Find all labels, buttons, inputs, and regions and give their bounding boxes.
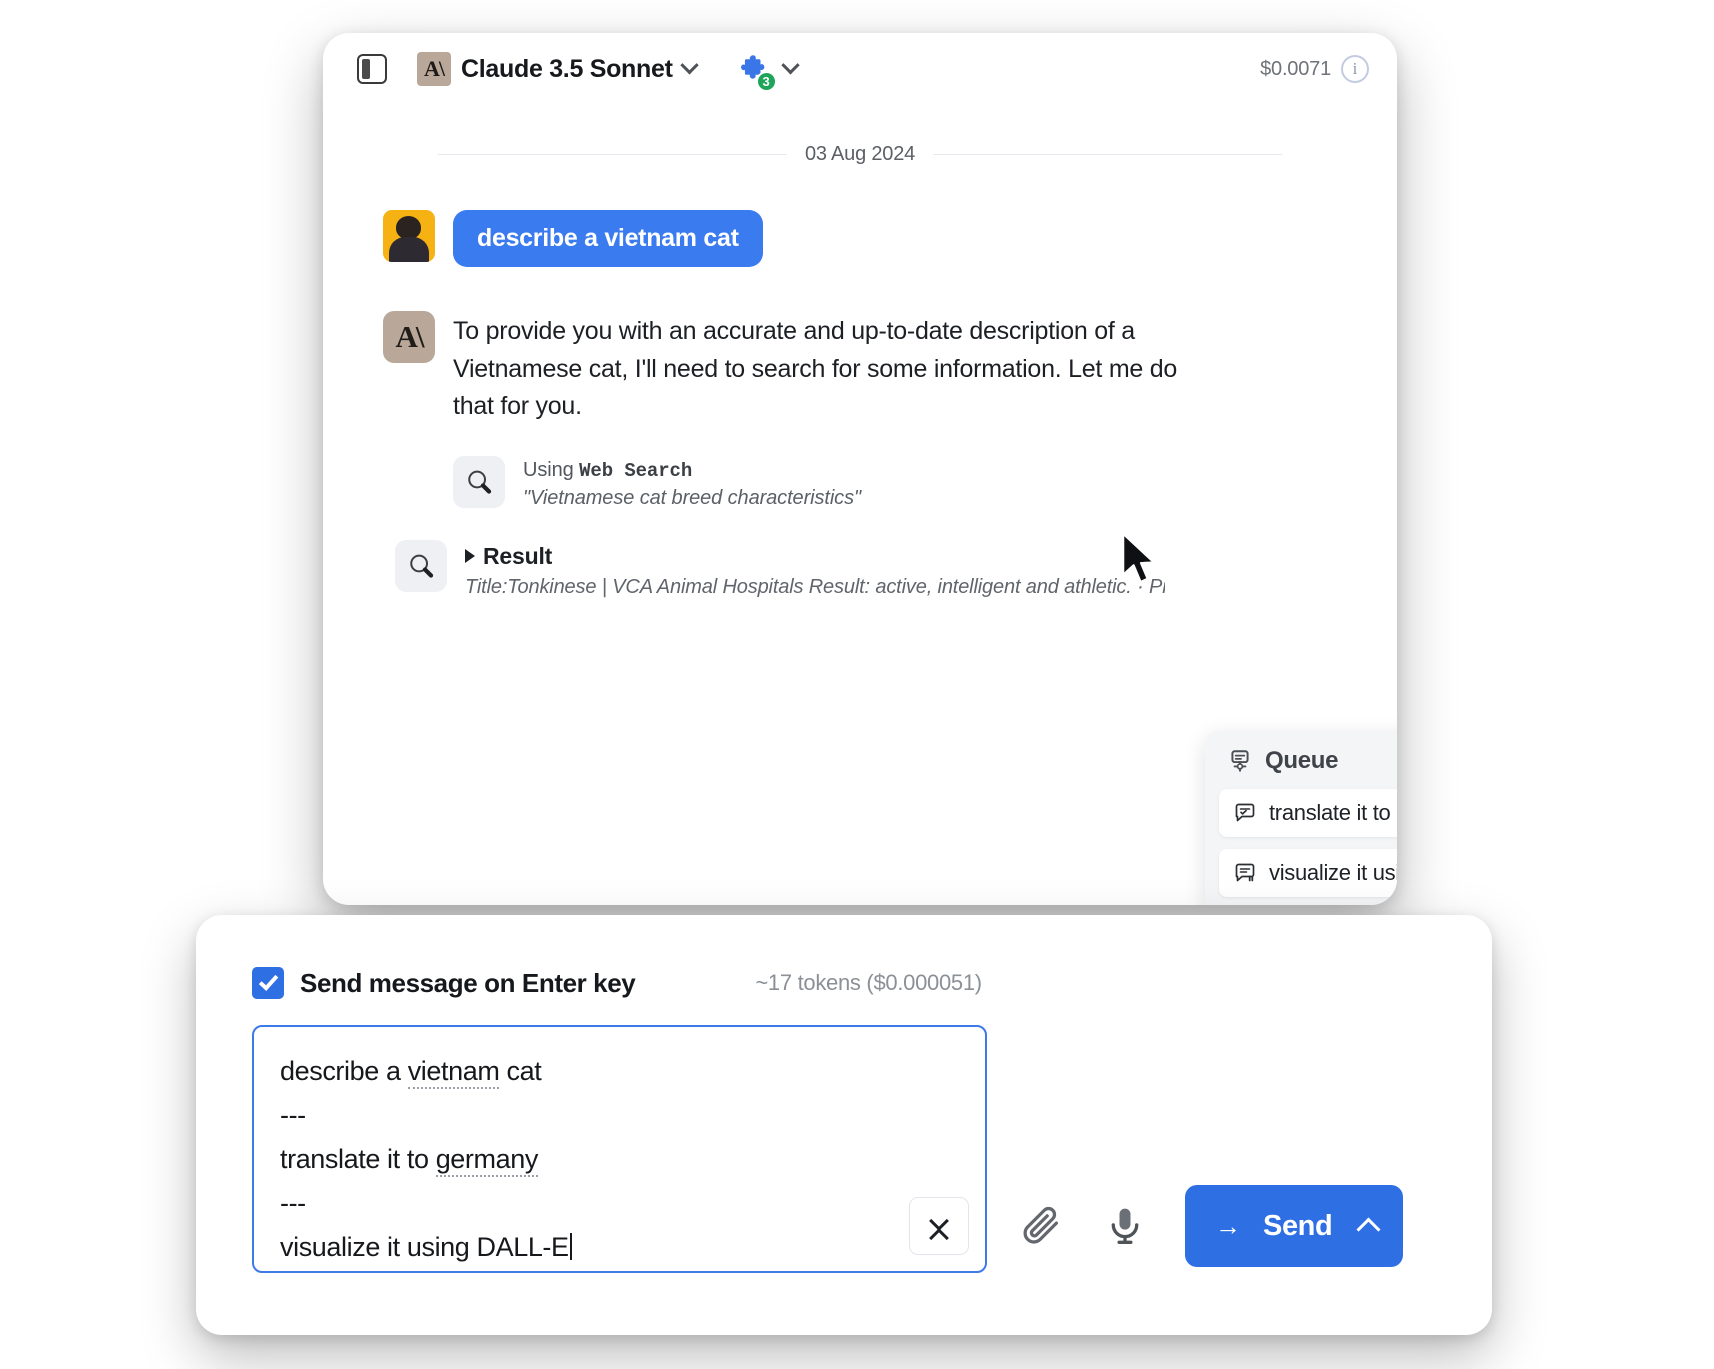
assistant-avatar-icon: A\ [383, 311, 435, 363]
collapse-input-button[interactable] [909, 1197, 969, 1255]
conversation-area: 03 Aug 2024 describe a vietnam cat A\ To… [323, 143, 1397, 599]
search-icon-box [453, 455, 505, 508]
assistant-message-row: A\ To provide you with an accurate and u… [383, 311, 1337, 426]
send-on-enter-label: Send message on Enter key [300, 967, 636, 998]
voice-input-button[interactable] [1099, 1200, 1151, 1252]
chevron-down-icon[interactable] [679, 55, 699, 74]
message-pause-icon [1235, 863, 1255, 882]
conversation-date: 03 Aug 2024 [804, 143, 916, 165]
send-button-label: Send [1263, 1209, 1333, 1242]
sidebar-toggle-bar [362, 59, 370, 79]
input-line: --- [280, 1093, 959, 1137]
composer-panel: Send message on Enter key ~17 tokens ($0… [196, 915, 1492, 1335]
tool-result-body[interactable]: Result Title:Tonkinese | VCA Animal Hosp… [465, 540, 1337, 599]
input-line: describe a vietnam cat [280, 1049, 959, 1093]
puzzle-icon-wrap: 3 [736, 52, 777, 92]
info-icon[interactable]: i [1341, 55, 1369, 83]
attach-file-button[interactable] [1017, 1200, 1069, 1252]
search-result-icon [410, 554, 434, 578]
message-check-icon [1235, 803, 1255, 822]
screen-root: A\ Claude 3.5 Sonnet 3 $0.0071 i 03 Aug … [0, 0, 1714, 1369]
tool-result-header[interactable]: Result [465, 543, 1337, 570]
tool-result-snippet: Title:Tonkinese | VCA Animal Hospitals R… [465, 575, 1165, 598]
plugin-selector[interactable]: 3 [736, 52, 800, 92]
queue-item[interactable]: visualize it using DAL... [1219, 849, 1397, 897]
tool-call-body: Using Web Search "Vietnamese cat breed c… [523, 456, 1337, 510]
plugin-chevron-down-icon[interactable] [780, 55, 800, 74]
input-line: visualize it using DALL-E [280, 1225, 959, 1269]
misspelled-word: germany [435, 1144, 538, 1177]
composer-body: describe a vietnam cat --- translate it … [252, 1025, 1436, 1273]
user-message-row: describe a vietnam cat [383, 210, 1337, 267]
queue-title: Queue [1265, 747, 1339, 774]
date-divider: 03 Aug 2024 [383, 143, 1337, 166]
checkbox-icon[interactable] [252, 967, 284, 999]
claude-logo-icon: A\ [417, 52, 451, 86]
divider-line-right [933, 154, 1283, 155]
input-text: --- [280, 1100, 306, 1130]
model-name-label: Claude 3.5 Sonnet [461, 54, 673, 83]
input-text: translate it to [280, 1144, 436, 1174]
misspelled-word: vietnam [407, 1056, 500, 1089]
tool-call-row: Using Web Search "Vietnamese cat breed c… [453, 455, 1337, 510]
result-icon-box [395, 539, 447, 592]
search-icon [468, 470, 492, 494]
assistant-message-text: To provide you with an accurate and up-t… [453, 317, 1178, 420]
queue-icon [1231, 750, 1249, 772]
microphone-icon [1111, 1208, 1139, 1244]
send-options-chevron-up-icon[interactable] [1356, 1216, 1381, 1242]
divider-line-left [438, 154, 787, 155]
paperclip-icon [1023, 1206, 1059, 1244]
input-line: --- [280, 1181, 959, 1225]
checkmark-icon [258, 970, 279, 991]
queue-panel: Queue Clear translate it to germany visu… [1205, 731, 1397, 905]
chat-window: A\ Claude 3.5 Sonnet 3 $0.0071 i 03 Aug … [323, 33, 1397, 905]
disclosure-triangle-icon[interactable] [465, 549, 475, 563]
send-on-enter-toggle[interactable]: Send message on Enter key [252, 967, 636, 999]
user-message-bubble[interactable]: describe a vietnam cat [453, 210, 763, 267]
send-arrow-icon: → [1215, 1211, 1241, 1241]
user-avatar [383, 210, 435, 262]
chevron-down-icon [930, 1214, 948, 1224]
text-caret [569, 1233, 572, 1260]
tool-call-name: Web Search [579, 459, 693, 482]
token-count-label: ~17 tokens ($0.000051) [755, 970, 982, 995]
input-text: cat [499, 1056, 542, 1086]
input-text: describe a [280, 1056, 408, 1086]
sidebar-toggle-icon[interactable] [357, 54, 387, 84]
send-button[interactable]: → Send [1185, 1185, 1404, 1267]
queue-item[interactable]: translate it to germany [1219, 789, 1397, 837]
composer-actions: → Send [1017, 1185, 1404, 1273]
header-right-group: $0.0071 i [1260, 55, 1369, 83]
plugin-count-badge: 3 [755, 71, 777, 92]
tool-call-title: Using Web Search [523, 459, 1337, 482]
queue-item-label: translate it to germany [1269, 800, 1397, 825]
tool-result-label: Result [483, 542, 553, 569]
tool-result-row: Result Title:Tonkinese | VCA Animal Hosp… [395, 539, 1337, 599]
composer-options-row: Send message on Enter key ~17 tokens ($0… [252, 967, 1436, 999]
input-line: translate it to germany [280, 1137, 959, 1181]
chevron-up-icon [930, 1229, 948, 1239]
message-input[interactable]: describe a vietnam cat --- translate it … [252, 1025, 987, 1273]
tool-call-prefix: Using [523, 458, 574, 481]
app-header: A\ Claude 3.5 Sonnet 3 $0.0071 i [323, 33, 1397, 105]
session-cost-label: $0.0071 [1260, 57, 1331, 80]
queue-item-label: visualize it using DAL... [1269, 860, 1397, 885]
queue-header: Queue Clear [1219, 747, 1397, 775]
model-selector[interactable]: A\ Claude 3.5 Sonnet [417, 52, 699, 86]
input-text: --- [280, 1188, 306, 1218]
tool-call-query: "Vietnamese cat breed characteristics" [523, 486, 861, 509]
input-text: visualize it using DALL-E [280, 1232, 569, 1262]
